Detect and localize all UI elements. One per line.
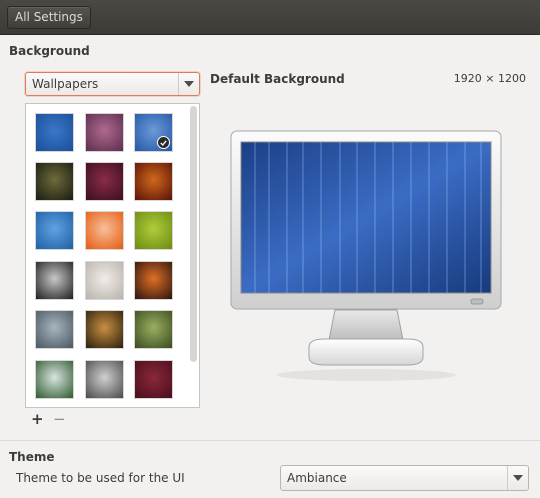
wallpaper-green-leaf-thumb[interactable] [134,310,173,349]
wallpaper-grey-abstract-thumb[interactable] [85,360,124,399]
wallpaper-green-drops-thumb[interactable] [134,211,173,250]
wallpaper-red-leaves-thumb[interactable] [134,162,173,201]
section-divider [0,440,540,441]
wallpaper-green-plant-thumb[interactable] [35,360,74,399]
wallpaper-scrollbar[interactable] [189,104,199,407]
theme-heading: Theme [9,450,55,464]
all-settings-button[interactable]: All Settings [7,6,91,29]
chevron-down-icon [178,73,199,95]
scrollbar-thumb[interactable] [190,106,197,362]
background-source-select[interactable]: Wallpapers [25,72,200,96]
wallpaper-dark-rose-thumb[interactable] [85,162,124,201]
window-titlebar: All Settings [0,0,540,35]
wallpaper-blue-sky-thumb[interactable] [35,211,74,250]
add-wallpaper-button[interactable]: + [31,410,44,428]
wallpaper-blue-default-thumb[interactable] [134,113,173,152]
background-heading: Background [9,44,90,58]
wallpaper-purple-flare-thumb[interactable] [85,113,124,152]
wallpaper-grid [25,103,200,408]
theme-description: Theme to be used for the UI [16,471,185,485]
remove-wallpaper-button[interactable]: − [53,410,66,428]
theme-select[interactable]: Ambiance [280,465,529,491]
wallpaper-misty-sky-thumb[interactable] [35,310,74,349]
wallpaper-orange-stripes-thumb[interactable] [85,211,124,250]
wallpaper-sunset-thumb[interactable] [134,261,173,300]
monitor-preview [230,130,502,381]
wallpaper-maroon-bokeh-thumb[interactable] [134,360,173,399]
wallpaper-dot-pattern-thumb[interactable] [85,261,124,300]
chevron-down-icon [507,466,528,490]
background-source-value: Wallpapers [32,77,99,91]
theme-select-value: Ambiance [287,471,347,485]
wallpaper-bw-tree-thumb[interactable] [35,261,74,300]
checkmark-icon [157,136,170,149]
wallpaper-dandelion-thumb[interactable] [85,310,124,349]
wallpaper-dark-landscape-thumb[interactable] [35,162,74,201]
wallpaper-blue-stripes-thumb[interactable] [35,113,74,152]
resolution-label: 1920 × 1200 [453,72,526,85]
preview-title: Default Background [210,72,345,86]
